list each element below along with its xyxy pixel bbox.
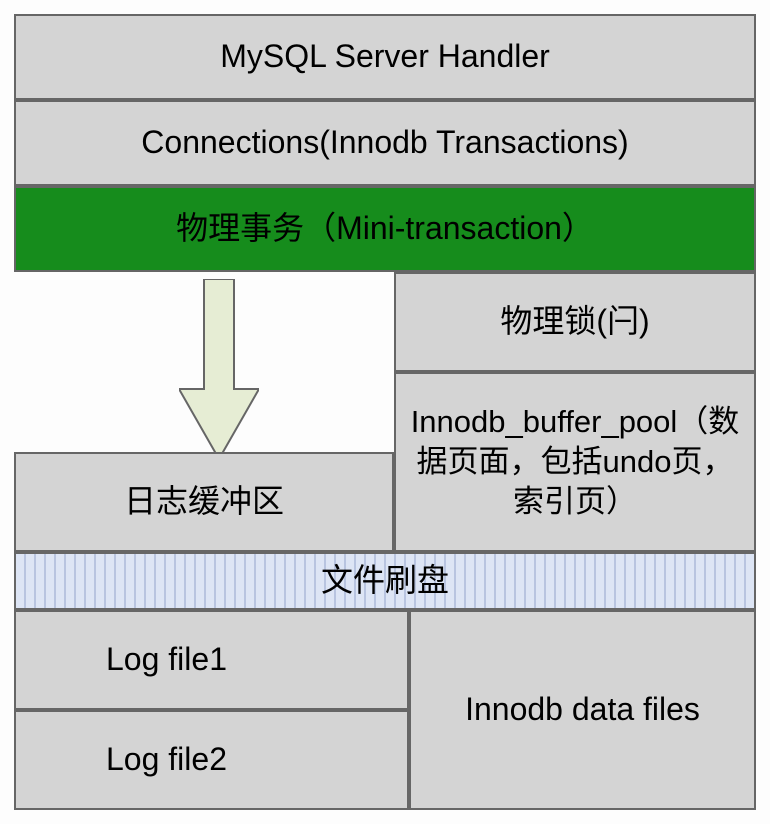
log-file1-label: Log file1: [106, 639, 227, 681]
buffer-pool-label: Innodb_buffer_pool（数据页面，包括undo页，索引页）: [404, 402, 746, 523]
log-buffer-box: 日志缓冲区: [14, 452, 394, 552]
log-file1-box: Log file1: [14, 610, 409, 710]
diagram-container: MySQL Server Handler Connections(Innodb …: [14, 14, 756, 810]
server-handler-label: MySQL Server Handler: [220, 36, 550, 78]
physical-lock-box: 物理锁(闩): [394, 272, 756, 372]
buffer-pool-box: Innodb_buffer_pool（数据页面，包括undo页，索引页）: [394, 372, 756, 552]
mini-transaction-box: 物理事务（Mini-transaction）: [14, 186, 756, 272]
log-buffer-label: 日志缓冲区: [124, 481, 284, 523]
physical-lock-label: 物理锁(闩): [500, 301, 649, 343]
log-file2-box: Log file2: [14, 710, 409, 810]
file-flush-box: 文件刷盘: [14, 552, 756, 610]
log-file2-label: Log file2: [106, 739, 227, 781]
mini-transaction-label: 物理事务（Mini-transaction）: [176, 208, 594, 250]
arrow-icon: [179, 279, 259, 459]
connections-label: Connections(Innodb Transactions): [141, 122, 628, 164]
connections-box: Connections(Innodb Transactions): [14, 100, 756, 186]
file-flush-label: 文件刷盘: [321, 560, 449, 602]
server-handler-box: MySQL Server Handler: [14, 14, 756, 100]
data-files-label: Innodb data files: [465, 689, 700, 731]
data-files-box: Innodb data files: [409, 610, 756, 810]
